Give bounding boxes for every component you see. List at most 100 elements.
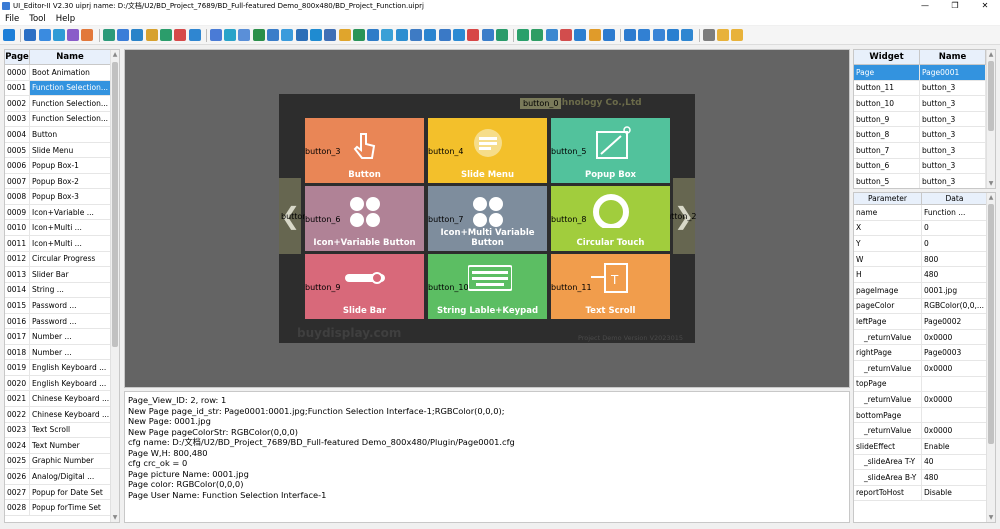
page-list-item[interactable]: 0016 Password ...: [5, 313, 119, 330]
tile-string-lable-keypad[interactable]: String Lable+Keypad button_10: [428, 254, 547, 319]
parameter-row[interactable]: _slideArea B-Y 480: [854, 470, 995, 486]
video-icon[interactable]: [467, 29, 480, 41]
tile-button[interactable]: Button button_3: [305, 118, 424, 183]
log-console[interactable]: Page_View_ID: 2, row: 1 New Page page_id_…: [124, 391, 850, 523]
header-data[interactable]: Data: [922, 193, 988, 204]
parameter-value[interactable]: 0x0000: [922, 392, 988, 407]
widget-list-item[interactable]: button_9 button_3: [854, 111, 995, 128]
widget-list-item[interactable]: button_11 button_3: [854, 80, 995, 97]
page-list-scrollbar[interactable]: ▲ ▼: [110, 50, 119, 522]
layout-icon[interactable]: [652, 29, 665, 41]
page-list-item[interactable]: 0001 Function Selection...: [5, 80, 119, 97]
scroll-thumb[interactable]: [988, 61, 994, 131]
parameter-row[interactable]: H 480: [854, 267, 995, 283]
distribute-icon[interactable]: [559, 29, 572, 41]
parameter-row[interactable]: W 800: [854, 251, 995, 268]
car-icon[interactable]: [309, 29, 322, 41]
parameter-scrollbar[interactable]: ▲ ▼: [986, 193, 995, 522]
parameter-row[interactable]: slideEffect Enable: [854, 438, 995, 455]
tile-popup-box[interactable]: Popup Box button_5: [551, 118, 670, 183]
page-list-item[interactable]: 0020 English Keyboard ...: [5, 375, 119, 392]
parameter-value[interactable]: Page0002: [922, 314, 988, 329]
parameter-value[interactable]: RGBColor(0,0,...: [922, 298, 988, 314]
parameter-row[interactable]: _returnValue 0x0000: [854, 329, 995, 346]
widget-button-0[interactable]: button_0: [520, 98, 562, 109]
time-icon[interactable]: [252, 29, 265, 41]
parameter-value[interactable]: 40: [922, 454, 988, 470]
fit-icon[interactable]: [588, 29, 601, 41]
header-name[interactable]: Name: [30, 50, 111, 64]
undo-icon[interactable]: [716, 29, 729, 41]
parameter-value[interactable]: 0: [922, 220, 988, 236]
header-page[interactable]: Page: [5, 50, 30, 64]
scroll-down-icon[interactable]: ▼: [111, 513, 119, 522]
parameter-value[interactable]: Enable: [922, 438, 988, 454]
frame-icon[interactable]: [638, 29, 651, 41]
tile-text-scroll[interactable]: T Text Scroll button_11: [551, 254, 670, 319]
edit-icon[interactable]: [667, 29, 680, 41]
image-icon[interactable]: [67, 29, 80, 41]
parameter-row[interactable]: bottomPage: [854, 407, 995, 424]
parameter-row[interactable]: _returnValue 0x0000: [854, 392, 995, 408]
page-list-item[interactable]: 0014 String ...: [5, 282, 119, 299]
search-icon[interactable]: [3, 29, 15, 41]
parameter-value[interactable]: Function ...: [922, 205, 988, 220]
page-list-item[interactable]: 0010 Icon+Multi ...: [5, 220, 119, 237]
page-list-item[interactable]: 0015 Password ...: [5, 298, 119, 314]
wave-icon[interactable]: [381, 29, 394, 41]
scroll-up-icon[interactable]: ▲: [987, 193, 995, 202]
scroll-thumb[interactable]: [112, 62, 118, 347]
page-list-item[interactable]: 0011 Icon+Multi ...: [5, 236, 119, 252]
parameter-value[interactable]: Page0003: [922, 345, 988, 360]
parameter-row[interactable]: rightPage Page0003: [854, 345, 995, 361]
align-top-icon[interactable]: [517, 29, 530, 41]
redo-icon[interactable]: [731, 29, 744, 41]
zoom-in-icon[interactable]: [602, 29, 615, 41]
parameter-row[interactable]: reportToHost Disable: [854, 485, 995, 502]
scroll-up-icon[interactable]: ▲: [987, 50, 995, 59]
parameter-value[interactable]: 0001.jpg: [922, 282, 988, 298]
parameter-row[interactable]: leftPage Page0002: [854, 314, 995, 330]
scroll-thumb[interactable]: [988, 204, 994, 444]
page-list-item[interactable]: 0022 Chinese Keyboard ...: [5, 407, 119, 423]
parameter-value[interactable]: 480: [922, 267, 988, 282]
parameter-row[interactable]: Y0: [854, 236, 995, 252]
page-list-item[interactable]: 0007 Popup Box-2: [5, 173, 119, 190]
circle-icon[interactable]: [367, 29, 380, 41]
widget-list-item[interactable]: button_7 button_3: [854, 142, 995, 159]
parameter-row[interactable]: pageColor RGBColor(0,0,...: [854, 298, 995, 315]
parameter-row[interactable]: name Function ...: [854, 205, 995, 221]
widget-list-scrollbar[interactable]: ▲ ▼: [986, 50, 995, 188]
minimize-button[interactable]: —: [910, 0, 940, 12]
page-list-item[interactable]: 0027 Popup for Date Set: [5, 484, 119, 501]
header-parameter[interactable]: Parameter: [854, 193, 922, 204]
copy-icon[interactable]: [681, 29, 694, 41]
maximize-button[interactable]: ❐: [940, 0, 970, 12]
page-list-item[interactable]: 0000 Boot Animation: [5, 65, 119, 81]
tile-slide-menu[interactable]: Slide Menu button_4: [428, 118, 547, 183]
tile-circular-touch[interactable]: Circular Touch button_8: [551, 186, 670, 251]
compass-icon[interactable]: [410, 29, 423, 41]
timer-icon[interactable]: [452, 29, 465, 41]
page-list-item[interactable]: 0019 English Keyboard ...: [5, 360, 119, 376]
parameter-value[interactable]: 0x0000: [922, 423, 988, 438]
clock-icon[interactable]: [281, 29, 294, 41]
tile-icon-multi-variable-button[interactable]: Icon+Multi Variable Button button_7: [428, 186, 547, 251]
grid3-icon[interactable]: [159, 29, 172, 41]
parameter-row[interactable]: _slideArea T-Y 40: [854, 454, 995, 471]
widget-list-item[interactable]: button_10 button_3: [854, 96, 995, 112]
page-copy-icon[interactable]: [52, 29, 65, 41]
parameter-value[interactable]: 0x0000: [922, 329, 988, 345]
scroll-down-icon[interactable]: ▼: [987, 513, 995, 522]
page-icon[interactable]: [24, 29, 37, 41]
page-add-icon[interactable]: [38, 29, 51, 41]
parameter-value[interactable]: [922, 376, 988, 392]
menu-tool[interactable]: Tool: [24, 14, 51, 24]
parameter-row[interactable]: _returnValue 0x0000: [854, 360, 995, 377]
page-list-item[interactable]: 0013 Slider Bar: [5, 267, 119, 283]
page-list-item[interactable]: 0006 Popup Box-1: [5, 158, 119, 174]
widget-list-item[interactable]: button_8 button_3: [854, 127, 995, 143]
page-list-item[interactable]: 0004 Button: [5, 127, 119, 143]
tile-icon-variable-button[interactable]: Icon+Variable Button button_6: [305, 186, 424, 251]
page-list-item[interactable]: 0023 Text Scroll: [5, 422, 119, 439]
